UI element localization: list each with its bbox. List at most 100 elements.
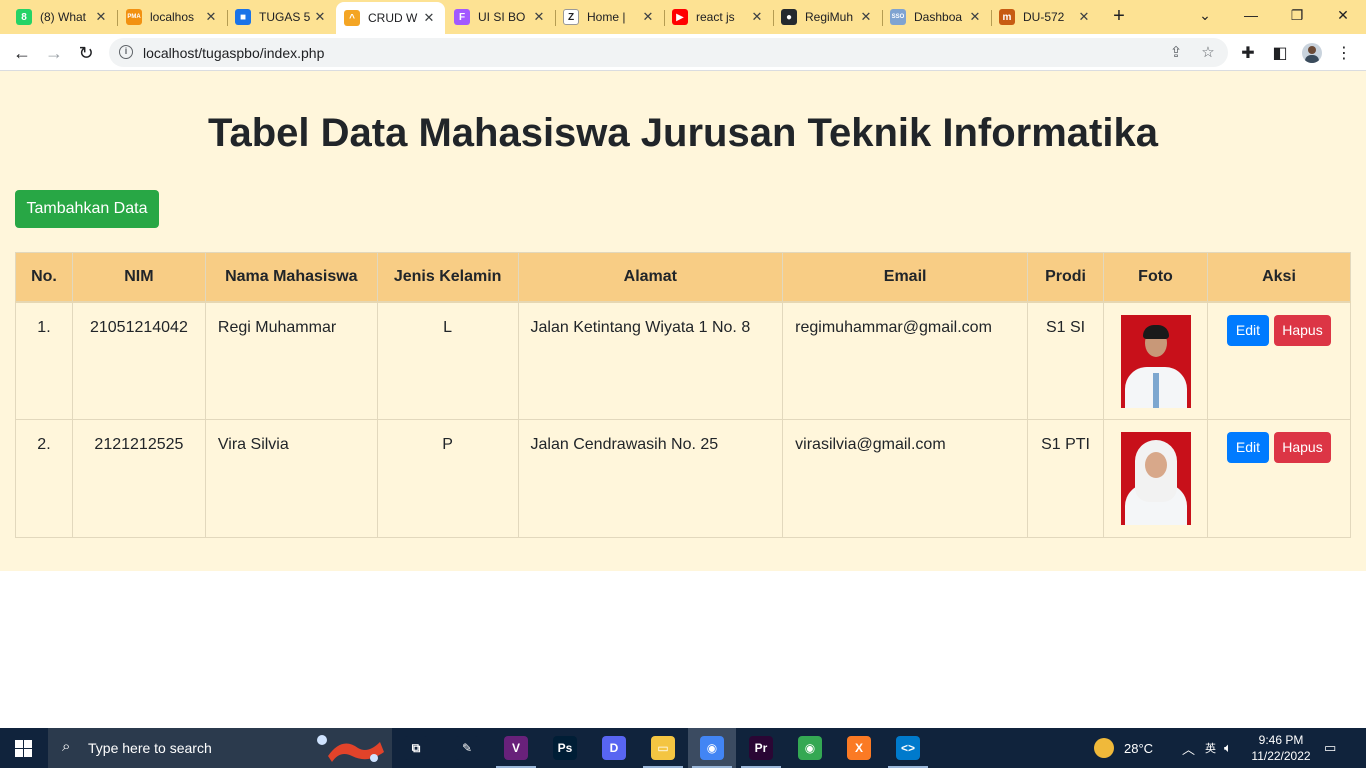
search-placeholder: Type here to search (88, 740, 212, 756)
cell-nim: 2121212525 (71, 419, 206, 538)
extensions-icon[interactable]: ✚ (1237, 42, 1259, 64)
file-explorer-icon[interactable]: ▭ (651, 736, 675, 760)
tab-close-icon[interactable]: ✕ (421, 10, 437, 26)
taskbar-clock[interactable]: 9:46 PM 11/22/2022 (1248, 732, 1314, 764)
youtube-icon: ▶ (672, 9, 688, 25)
tab-close-icon[interactable]: ✕ (749, 9, 765, 25)
crud-icon: ^ (344, 10, 360, 26)
tab-title: localhos (150, 10, 195, 24)
delete-button[interactable]: Hapus (1273, 314, 1331, 346)
search-highlight-art-icon (317, 735, 384, 762)
browser-tab[interactable]: F UI SI BO ✕ (446, 0, 555, 34)
site-info-icon[interactable]: i (119, 45, 133, 59)
share-icon[interactable]: ⇪ (1166, 43, 1186, 63)
browser-tab[interactable]: PMA localhos ✕ (118, 0, 227, 34)
cell-aksi: Edit Hapus (1206, 301, 1352, 420)
delete-button[interactable]: Hapus (1273, 432, 1331, 463)
cell-no: 2. (15, 419, 73, 538)
xampp-icon[interactable]: X (847, 736, 871, 760)
cell-prodi: S1 PTI (1027, 419, 1105, 538)
notification-icon[interactable]: ▭ (1324, 728, 1336, 768)
discord-icon[interactable]: D (602, 736, 626, 760)
tab-close-icon[interactable]: ✕ (312, 9, 328, 25)
browser-tab[interactable]: m DU-572 ✕ (991, 0, 1100, 34)
student-photo-female (1120, 432, 1191, 525)
table-row: 1. 21051214042 Regi Muhammar L Jalan Ket… (15, 301, 1352, 420)
browser-tab[interactable]: Z Home | ✕ (555, 0, 664, 34)
tab-title: DU-572 (1023, 10, 1065, 24)
browser-tab[interactable]: SSO Dashboa ✕ (882, 0, 991, 34)
student-photo-male (1120, 314, 1191, 408)
classroom-icon: ■ (235, 9, 251, 25)
back-icon[interactable]: ← (8, 39, 36, 67)
chrome-icon-2[interactable]: ◉ (798, 736, 822, 760)
weather-widget[interactable]: 28°C (1094, 728, 1153, 768)
tab-close-icon[interactable]: ✕ (858, 9, 874, 25)
add-data-button[interactable]: Tambahkan Data (15, 190, 159, 228)
paint-icon[interactable]: ✎ (455, 736, 479, 760)
close-window-icon[interactable]: ✕ (1320, 0, 1366, 30)
cell-foto (1103, 419, 1208, 538)
table-header-row: No. NIM Nama Mahasiswa Jenis Kelamin Ala… (15, 252, 1352, 303)
edit-button[interactable]: Edit (1226, 314, 1269, 346)
zoho-icon: Z (563, 9, 579, 25)
cell-email: virasilvia@gmail.com (782, 419, 1029, 538)
cell-jenis-kelamin: P (376, 419, 519, 538)
minimize-icon[interactable]: — (1228, 0, 1274, 30)
browser-tab[interactable]: ^ CRUD W ✕ (336, 2, 445, 34)
student-table: No. NIM Nama Mahasiswa Jenis Kelamin Ala… (15, 252, 1352, 538)
visual-studio-icon[interactable]: V (504, 736, 528, 760)
taskbar-search[interactable]: ⌕ Type here to search (48, 728, 392, 768)
restore-icon[interactable]: ❐ (1274, 0, 1320, 30)
address-bar[interactable]: i localhost/tugaspbo/index.php ⇪ ☆ (109, 38, 1228, 67)
whatsapp-icon: 8 (16, 9, 32, 25)
clock-date: 11/22/2022 (1251, 749, 1311, 763)
tab-close-icon[interactable]: ✕ (531, 9, 547, 25)
weather-moon-icon (1094, 738, 1114, 758)
edit-button[interactable]: Edit (1226, 432, 1269, 463)
col-prodi: Prodi (1027, 252, 1105, 303)
pma-icon: PMA (126, 9, 142, 25)
bookmark-star-icon[interactable]: ☆ (1198, 43, 1218, 63)
forward-icon[interactable]: → (40, 39, 68, 67)
tab-close-icon[interactable]: ✕ (93, 9, 109, 25)
menu-kebab-icon[interactable]: ⋮ (1333, 42, 1355, 64)
volume-icon[interactable]: 🔈︎ (1224, 740, 1232, 756)
chrome-icon[interactable]: ◉ (700, 736, 724, 760)
db-icon: m (999, 9, 1015, 25)
tray-chevron-up-icon[interactable]: ︿ (1182, 739, 1195, 758)
photoshop-icon[interactable]: Ps (553, 736, 577, 760)
sso-icon: SSO (890, 9, 906, 25)
start-windows-icon[interactable] (15, 740, 32, 757)
browser-tab[interactable]: ■ TUGAS 5 ✕ (227, 0, 336, 34)
tab-title: RegiMuh (805, 10, 854, 24)
tab-close-icon[interactable]: ✕ (640, 9, 656, 25)
url-text[interactable]: localhost/tugaspbo/index.php (143, 45, 324, 61)
tab-search-chevron-icon[interactable]: ⌄ (1182, 0, 1228, 30)
table-row: 2. 2121212525 Vira Silvia P Jalan Cendra… (15, 419, 1352, 538)
profile-avatar[interactable] (1301, 42, 1323, 64)
vscode-icon[interactable]: <> (896, 736, 920, 760)
premiere-icon[interactable]: Pr (749, 736, 773, 760)
tab-close-icon[interactable]: ✕ (967, 9, 983, 25)
tab-title: Home | (587, 10, 626, 24)
browser-tab[interactable]: ▶ react js ✕ (664, 0, 773, 34)
task-view-icon[interactable]: ⧉ (404, 736, 428, 760)
col-email: Email (782, 252, 1029, 303)
page-title: Tabel Data Mahasiswa Jurusan Teknik Info… (208, 111, 1158, 155)
browser-tab[interactable]: 8 (8) What ✕ (8, 0, 117, 34)
tab-close-icon[interactable]: ✕ (1076, 9, 1092, 25)
cell-nama: Vira Silvia (204, 419, 378, 538)
page-content: Tabel Data Mahasiswa Jurusan Teknik Info… (0, 71, 1366, 571)
tray-icons[interactable]: ︿ 英 🔈︎ (1182, 728, 1232, 768)
figma-icon: F (454, 9, 470, 25)
side-panel-icon[interactable]: ◧ (1269, 42, 1291, 64)
tab-close-icon[interactable]: ✕ (203, 9, 219, 25)
col-alamat: Alamat (517, 252, 784, 303)
ime-icon[interactable]: 英 (1205, 740, 1216, 756)
cell-alamat: Jalan Ketintang Wiyata 1 No. 8 (517, 301, 784, 420)
cell-email: regimuhammar@gmail.com (782, 301, 1029, 420)
browser-tab[interactable]: ● RegiMuh ✕ (773, 0, 882, 34)
new-tab-icon[interactable]: + (1108, 5, 1130, 27)
reload-icon[interactable]: ↻ (72, 39, 100, 67)
